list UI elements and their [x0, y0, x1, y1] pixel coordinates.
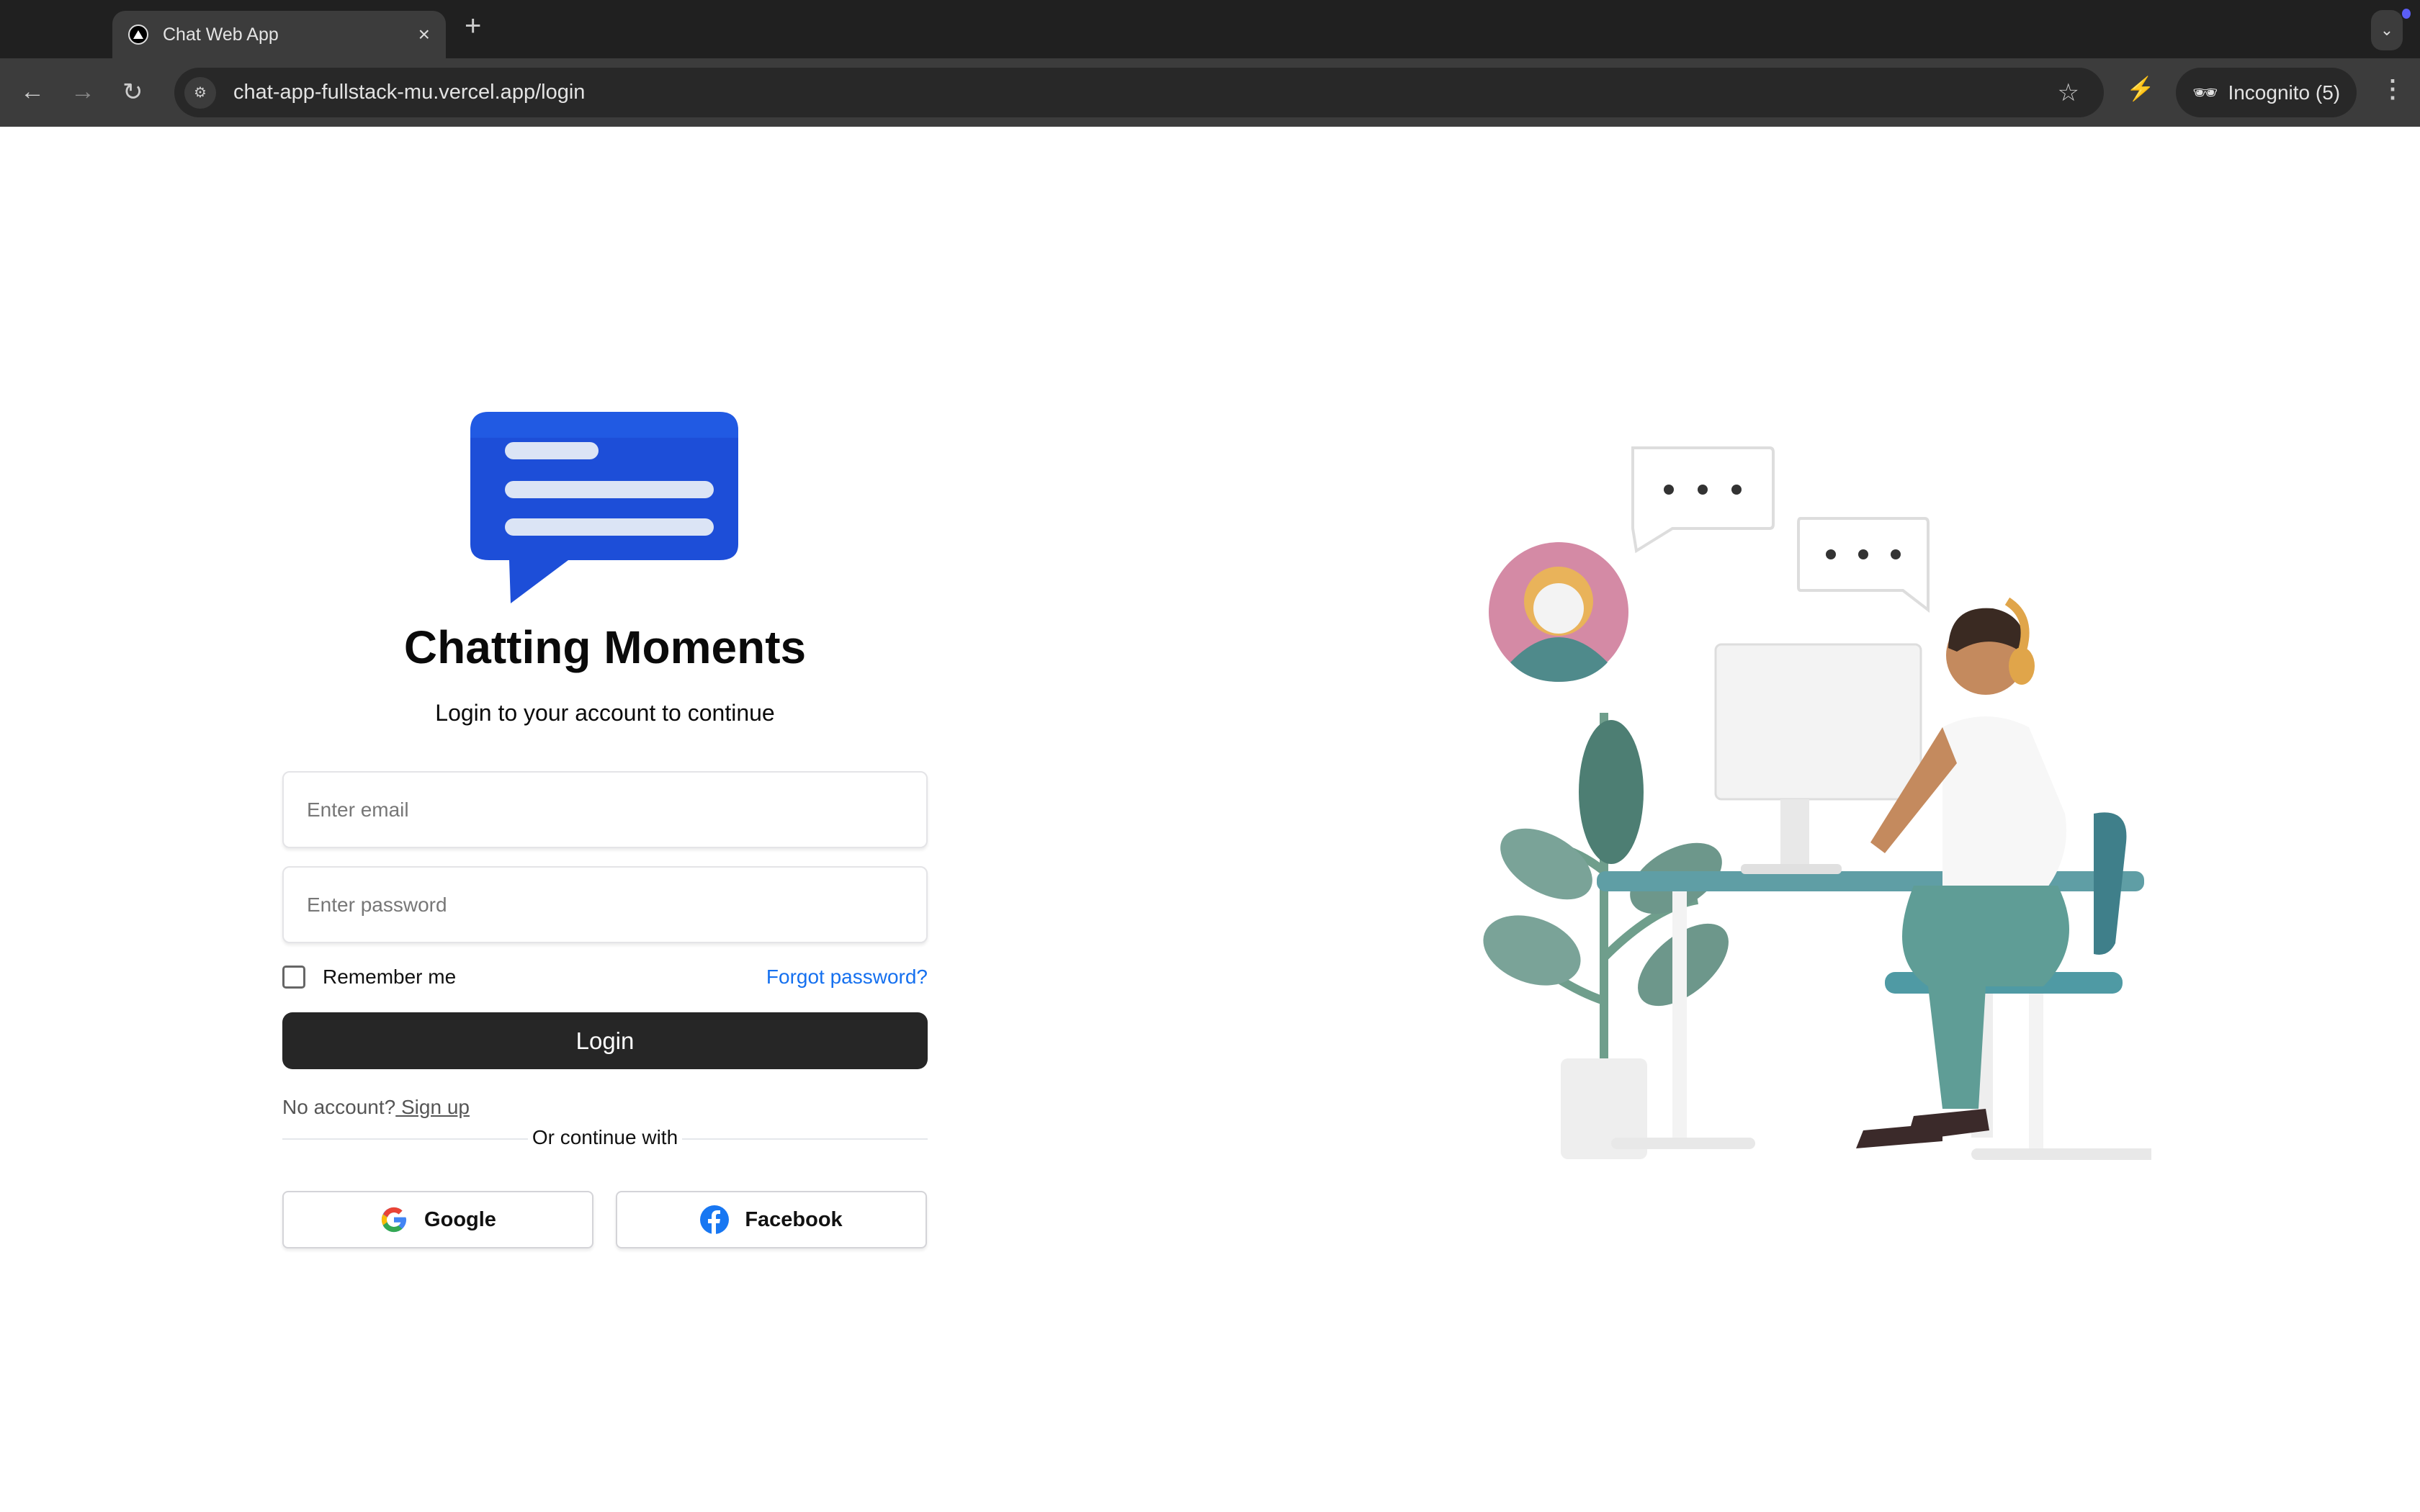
remember-me-label: Remember me — [323, 966, 457, 988]
tab-search-chevron-icon[interactable]: ⌄ — [2371, 10, 2403, 50]
no-account-text: No account? Sign up — [282, 1096, 470, 1119]
new-tab-button[interactable]: + — [465, 10, 481, 42]
speech-bubble-left — [1631, 446, 1775, 554]
site-info-icon[interactable]: ⚙ — [184, 76, 216, 109]
forgot-password-link[interactable]: Forgot password? — [766, 966, 928, 989]
desk — [1597, 871, 2151, 1160]
facebook-label: Facebook — [745, 1207, 843, 1231]
google-icon — [381, 1207, 407, 1233]
back-arrow-icon[interactable]: ← — [20, 78, 45, 106]
chat-bubble-logo — [470, 412, 738, 603]
forward-arrow-icon[interactable]: → — [71, 78, 95, 106]
sign-up-link[interactable]: Sign up — [395, 1096, 470, 1118]
google-login-button[interactable]: Google — [282, 1191, 593, 1248]
address-bar[interactable]: ⚙ chat-app-fullstack-mu.vercel.app/login… — [174, 68, 2104, 117]
avatar-circle — [1489, 542, 1628, 682]
incognito-button[interactable]: 🕶 Incognito (5) — [2176, 68, 2357, 117]
incognito-icon: 🕶 — [2192, 81, 2218, 104]
vercel-favicon-icon — [128, 24, 148, 45]
incognito-label: Incognito (5) — [2228, 81, 2341, 104]
speech-bubble-right — [1797, 517, 1930, 613]
checkbox-box[interactable] — [282, 966, 305, 989]
login-button[interactable]: Login — [282, 1012, 928, 1069]
password-input[interactable] — [282, 866, 928, 943]
bookmark-star-icon[interactable]: ☆ — [2058, 78, 2079, 107]
app-title: Chatting Moments — [403, 621, 807, 673]
person-at-desk-illustration — [1483, 446, 2151, 1160]
browser-menu-icon[interactable]: ⋮ — [2380, 75, 2405, 104]
browser-tab[interactable]: Chat Web App × — [112, 11, 446, 58]
login-subtitle: Login to your account to continue — [435, 700, 775, 726]
facebook-login-button[interactable]: Facebook — [616, 1191, 927, 1248]
performance-leaf-icon[interactable]: ⚡ — [2126, 75, 2155, 102]
or-continue-label: Or continue with — [527, 1126, 683, 1148]
or-continue-with: Or continue with — [282, 1126, 928, 1149]
plant — [1483, 713, 1729, 1159]
reload-icon[interactable]: ↻ — [122, 78, 143, 107]
facebook-icon — [700, 1205, 730, 1234]
no-account-label: No account? — [282, 1096, 396, 1118]
email-input[interactable] — [282, 771, 928, 848]
notification-dot — [2402, 9, 2411, 19]
tab-title: Chat Web App — [163, 24, 279, 45]
close-tab-icon[interactable]: × — [418, 23, 430, 46]
url-text[interactable]: chat-app-fullstack-mu.vercel.app/login — [233, 81, 2058, 104]
google-label: Google — [424, 1207, 496, 1231]
remember-me-checkbox[interactable]: Remember me — [282, 966, 456, 989]
